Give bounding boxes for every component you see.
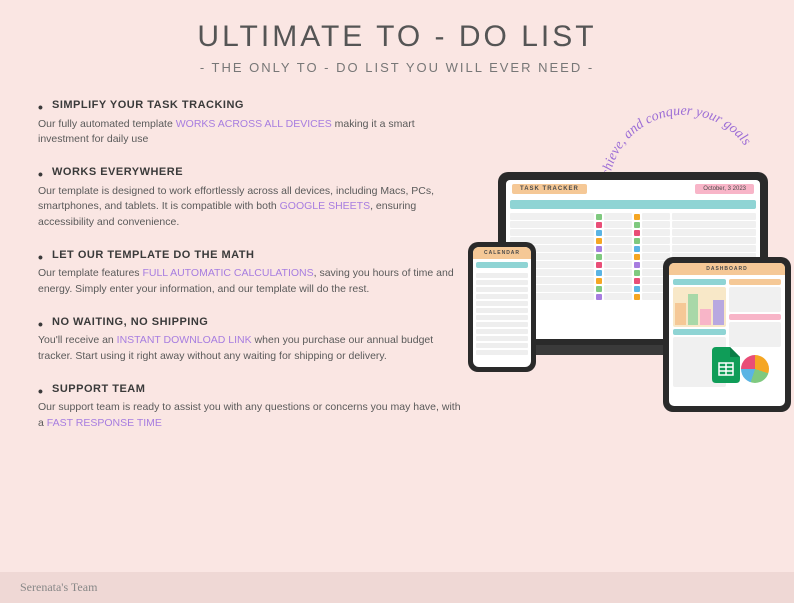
footer: Serenata's Team	[0, 572, 794, 603]
illustration-column: Plan, achieve, and conquer your goals TA…	[468, 97, 764, 448]
device-mockups: TASK TRACKER October, 3 2023	[468, 162, 788, 402]
feature-title: LET OUR TEMPLATE DO THE MATH	[38, 247, 468, 264]
content-area: SIMPLIFY YOUR TASK TRACKING Our fully au…	[0, 87, 794, 448]
phone-screen: CALENDAR	[473, 247, 531, 367]
feature-item: WORKS EVERYWHERE Our template is designe…	[38, 164, 468, 231]
highlight-text: FULL AUTOMATIC CALCULATIONS	[142, 267, 313, 279]
highlight-text: INSTANT DOWNLOAD LINK	[117, 334, 252, 346]
tracker-date: October, 3 2023	[695, 184, 754, 194]
highlight-text: GOOGLE SHEETS	[280, 200, 370, 212]
sheet-header-bar	[510, 200, 756, 209]
feature-item: NO WAITING, NO SHIPPING You'll receive a…	[38, 314, 468, 365]
feature-title: NO WAITING, NO SHIPPING	[38, 314, 468, 331]
feature-body: Our template is designed to work effortl…	[38, 184, 468, 231]
feature-body: Our support team is ready to assist you …	[38, 400, 468, 432]
feature-item: SIMPLIFY YOUR TASK TRACKING Our fully au…	[38, 97, 468, 148]
google-sheets-icon	[712, 347, 740, 383]
phone-header-bar	[476, 262, 528, 268]
header: ULTIMATE TO - DO LIST - THE ONLY TO - DO…	[0, 0, 794, 87]
feature-body: Our template features FULL AUTOMATIC CAL…	[38, 266, 468, 298]
page-title: ULTIMATE TO - DO LIST	[0, 20, 794, 54]
phone-mockup: CALENDAR	[468, 242, 536, 372]
footer-text: Serenata's Team	[20, 580, 97, 594]
features-column: SIMPLIFY YOUR TASK TRACKING Our fully au…	[38, 97, 468, 448]
feature-title: SIMPLIFY YOUR TASK TRACKING	[38, 97, 468, 114]
feature-item: LET OUR TEMPLATE DO THE MATH Our templat…	[38, 247, 468, 298]
feature-title: SUPPORT TEAM	[38, 381, 468, 398]
highlight-text: FAST RESPONSE TIME	[47, 417, 162, 429]
highlight-text: WORKS ACROSS ALL DEVICES	[176, 118, 332, 130]
feature-item: SUPPORT TEAM Our support team is ready t…	[38, 381, 468, 432]
feature-body: Our fully automated template WORKS ACROS…	[38, 117, 468, 149]
feature-body: You'll receive an INSTANT DOWNLOAD LINK …	[38, 333, 468, 365]
tablet-mockup: DASHBOARD	[663, 257, 791, 412]
phone-rows	[473, 271, 531, 359]
tablet-screen: DASHBOARD	[669, 263, 785, 406]
tracker-header: TASK TRACKER October, 3 2023	[506, 180, 760, 198]
tracker-title: TASK TRACKER	[512, 184, 587, 194]
page-subtitle: - THE ONLY TO - DO LIST YOU WILL EVER NE…	[0, 60, 794, 75]
dashboard-title: DASHBOARD	[669, 263, 785, 275]
calendar-title: CALENDAR	[473, 247, 531, 259]
feature-title: WORKS EVERYWHERE	[38, 164, 468, 181]
